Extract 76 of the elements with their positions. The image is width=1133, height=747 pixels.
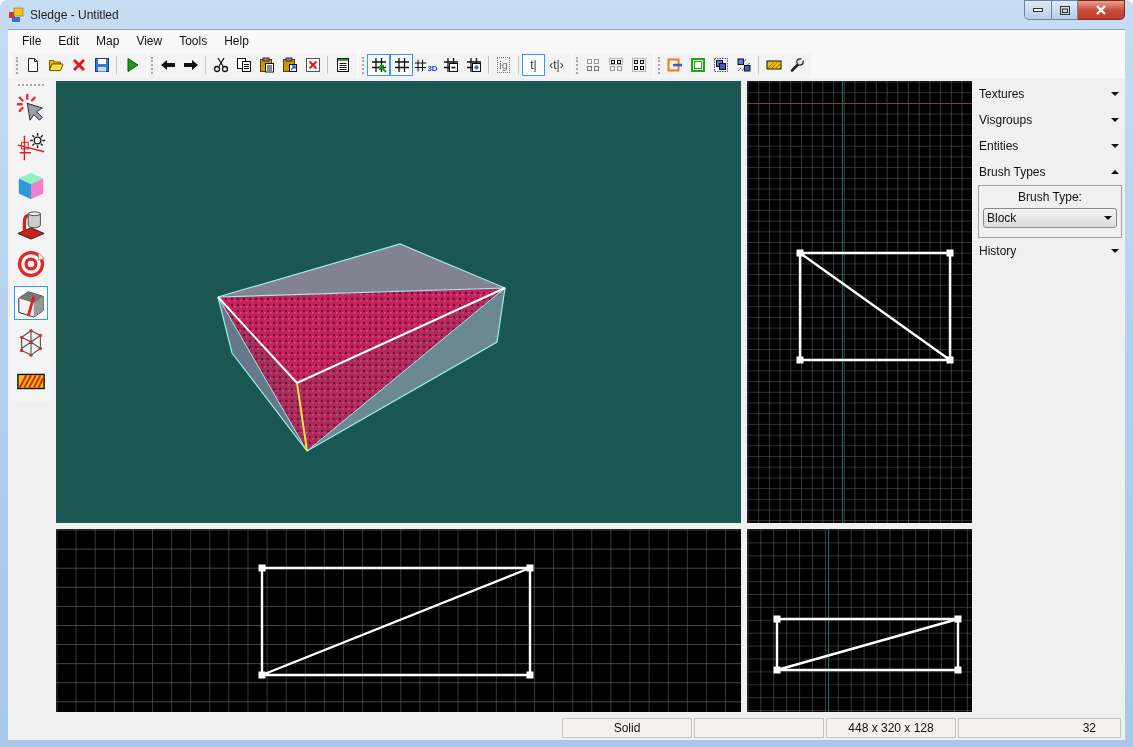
minimize-icon [1033,8,1043,12]
close-icon [1095,5,1107,15]
split-cubes-icon [735,57,752,73]
snap-to-grid-button[interactable] [367,54,390,76]
folder-icon [47,57,64,73]
corner-handle[interactable] [526,671,534,679]
redo-icon [182,57,199,73]
square-icon [689,57,706,73]
clipboard-icon [258,57,275,73]
wrench-icon [788,57,805,73]
close-button[interactable] [1078,0,1125,20]
corner-handle[interactable] [258,671,266,679]
clip-tool-button[interactable] [14,286,48,320]
menu-item[interactable]: Map [89,31,127,51]
cut-block-icon [16,288,46,318]
squares-icon [584,57,601,73]
corner-handle[interactable] [946,249,954,257]
cube-icon [16,171,46,201]
corner-handle[interactable] [773,615,781,623]
list-icon [334,57,351,73]
panel-section-header[interactable]: Brush Types [975,159,1125,185]
cursor-burst-icon [16,93,46,123]
decal-tool-button[interactable] [14,208,48,242]
text-tool-button[interactable]: ‹t|› [545,54,568,76]
brush-type-dropdown[interactable]: Block [983,208,1117,228]
menu-item[interactable]: Help [217,31,256,51]
paint-bucket-icon [16,210,46,240]
status-panel: Solid [562,717,692,738]
x-mark-icon [70,57,87,73]
panel-section-header[interactable]: Visgroups [975,107,1125,133]
window-title: Sledge - Untitled [30,6,119,24]
corner-handle[interactable] [796,356,804,364]
box-bar-icon [666,57,683,73]
corner-handle[interactable] [954,615,962,623]
copy-icon [235,57,252,73]
app-icon [8,6,24,23]
menu-item[interactable]: Tools [172,31,215,51]
field-label: Brush Type: [1017,189,1083,205]
status-panel: 32 [958,717,1121,738]
delete-icon [304,57,321,73]
corner-handle[interactable] [258,564,266,572]
save-icon [93,57,110,73]
undo-icon [159,57,176,73]
panel-section-header[interactable]: Textures [975,81,1125,107]
grid-icon [414,58,428,72]
caret-down-icon [1104,216,1112,220]
corner-handle[interactable] [954,666,962,674]
corner-handle[interactable] [526,564,534,572]
text-tool-button[interactable]: t| [522,54,545,76]
grid-viewport[interactable] [747,529,972,712]
menu-item[interactable]: View [129,31,170,51]
maximize-icon [1059,5,1070,15]
status-panel: 448 x 320 x 128 [826,717,956,738]
scissors-icon [212,57,229,73]
minimize-button[interactable] [1024,0,1052,20]
grid-3d-button[interactable]: 3D [413,54,439,76]
grid-icon [393,57,410,73]
squares-icon [607,57,624,73]
corner-handle[interactable] [946,356,954,364]
corner-handle[interactable] [796,249,804,257]
corner-handle[interactable] [773,666,781,674]
cubes-icon [712,57,729,73]
hatched-tile-icon [765,57,782,73]
crosshair-sun-icon [16,132,46,162]
maximize-button[interactable] [1052,0,1078,20]
ignore-grouping-button[interactable]: ig [492,54,515,76]
grid-plus-icon [465,57,482,73]
show-grid-button[interactable] [390,54,413,76]
grid-arrow-icon [370,57,387,73]
panel-section-header[interactable]: History [975,238,1125,264]
grid-minus-icon [442,57,459,73]
menu-item[interactable]: File [15,31,49,51]
panel-section-header[interactable]: Entities [975,133,1125,159]
target-icon [16,249,46,279]
menu-item[interactable]: Edit [51,31,87,51]
squares-icon [630,57,647,73]
